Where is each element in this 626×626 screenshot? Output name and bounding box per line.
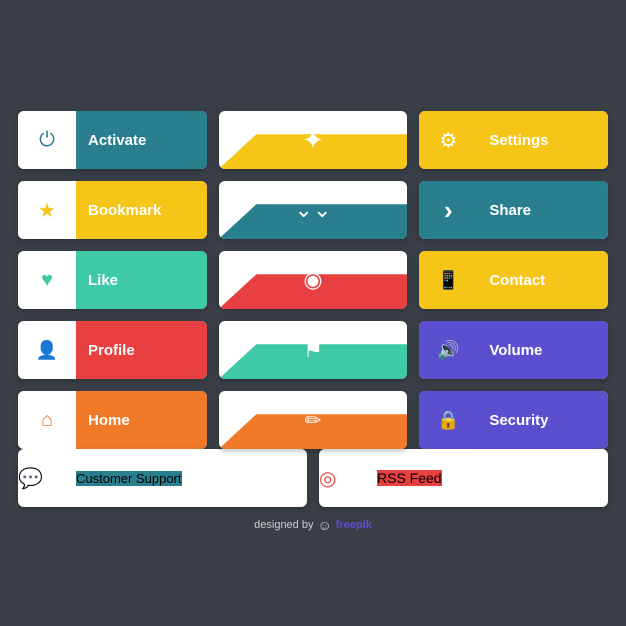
settings-button[interactable]: ⚙ Settings bbox=[419, 111, 608, 169]
rss-icon: ◎ bbox=[319, 468, 336, 490]
mid-card-2-container: ⌄⌄ bbox=[219, 181, 408, 239]
volume-button[interactable]: 🔊 Volume bbox=[419, 321, 608, 379]
mid-card-2[interactable]: ⌄⌄ bbox=[219, 181, 408, 239]
security-label: Security bbox=[477, 391, 608, 449]
chevron-right-icon: › bbox=[444, 195, 453, 226]
bottom-row: 💬 Customer Support ◎ RSS Feed bbox=[0, 449, 626, 507]
freepik-logo-icon: ☺ bbox=[317, 517, 331, 533]
like-button[interactable]: ♥ Like bbox=[18, 251, 207, 309]
home-icon-part: ⌂ bbox=[18, 391, 76, 449]
settings-icon-part: ⚙ bbox=[419, 111, 477, 169]
bookmark-label: Bookmark bbox=[76, 181, 207, 239]
heart-icon: ♥ bbox=[41, 269, 53, 292]
bookmark-button[interactable]: ★ Bookmark bbox=[18, 181, 207, 239]
rss-feed-button[interactable]: ◎ RSS Feed bbox=[319, 449, 608, 507]
person-icon: 👤 bbox=[36, 340, 58, 361]
like-label: Like bbox=[76, 251, 207, 309]
mid-card-5-container: ✏ bbox=[219, 391, 408, 449]
contact-icon-part: 📱 bbox=[419, 251, 477, 309]
security-button[interactable]: 🔒 Security bbox=[419, 391, 608, 449]
house-icon: ⌂ bbox=[41, 409, 53, 432]
settings-label: Settings bbox=[477, 111, 608, 169]
customer-support-button[interactable]: 💬 Customer Support bbox=[18, 449, 307, 507]
share-button[interactable]: › Share bbox=[419, 181, 608, 239]
pencil-icon: ✏ bbox=[305, 408, 322, 433]
activate-button[interactable]: ⏻ Activate bbox=[18, 111, 207, 169]
star-icon: ★ bbox=[38, 198, 56, 223]
starburst-icon: ✦ bbox=[302, 125, 324, 156]
profile-icon-part: 👤 bbox=[18, 321, 76, 379]
mid-card-4[interactable]: ⚑ bbox=[219, 321, 408, 379]
mid-card-1[interactable]: ✦ bbox=[219, 111, 408, 169]
flag-icon: ⚑ bbox=[303, 337, 323, 363]
support-icon-part: 💬 bbox=[18, 466, 76, 491]
share-label: Share bbox=[477, 181, 608, 239]
contact-label: Contact bbox=[477, 251, 608, 309]
speaker-icon: 🔊 bbox=[437, 340, 459, 361]
profile-label: Profile bbox=[76, 321, 207, 379]
gear-icon: ⚙ bbox=[439, 128, 457, 153]
mid-card-4-container: ⚑ bbox=[219, 321, 408, 379]
rss-label: RSS Feed bbox=[377, 470, 442, 486]
mid-card-3[interactable]: ◉ bbox=[219, 251, 408, 309]
power-icon: ⏻ bbox=[39, 129, 55, 152]
like-icon-part: ♥ bbox=[18, 251, 76, 309]
share-icon-part: › bbox=[419, 181, 477, 239]
support-label: Customer Support bbox=[76, 471, 182, 486]
home-button[interactable]: ⌂ Home bbox=[18, 391, 207, 449]
volume-label: Volume bbox=[477, 321, 608, 379]
volume-icon-part: 🔊 bbox=[419, 321, 477, 379]
mid-card-5[interactable]: ✏ bbox=[219, 391, 408, 449]
chat-icon: 💬 bbox=[18, 468, 43, 490]
mid-card-3-container: ◉ bbox=[219, 251, 408, 309]
rss-icon-part: ◎ bbox=[319, 466, 377, 491]
activate-label: Activate bbox=[76, 111, 207, 169]
lock-icon: 🔒 bbox=[437, 410, 459, 431]
chevrons-icon: ⌄⌄ bbox=[295, 199, 332, 221]
footer-brand: freepik bbox=[336, 519, 372, 531]
activate-icon-part: ⏻ bbox=[18, 111, 76, 169]
security-icon-part: 🔒 bbox=[419, 391, 477, 449]
profile-button[interactable]: 👤 Profile bbox=[18, 321, 207, 379]
footer-text: designed by bbox=[254, 519, 313, 531]
mid-card-1-container: ✦ bbox=[219, 111, 408, 169]
footer: designed by ☺ freepik bbox=[254, 517, 372, 533]
eye-icon: ◉ bbox=[303, 267, 322, 293]
bookmark-icon-part: ★ bbox=[18, 181, 76, 239]
home-label: Home bbox=[76, 391, 207, 449]
mobile-icon: 📱 bbox=[437, 270, 459, 291]
contact-button[interactable]: 📱 Contact bbox=[419, 251, 608, 309]
